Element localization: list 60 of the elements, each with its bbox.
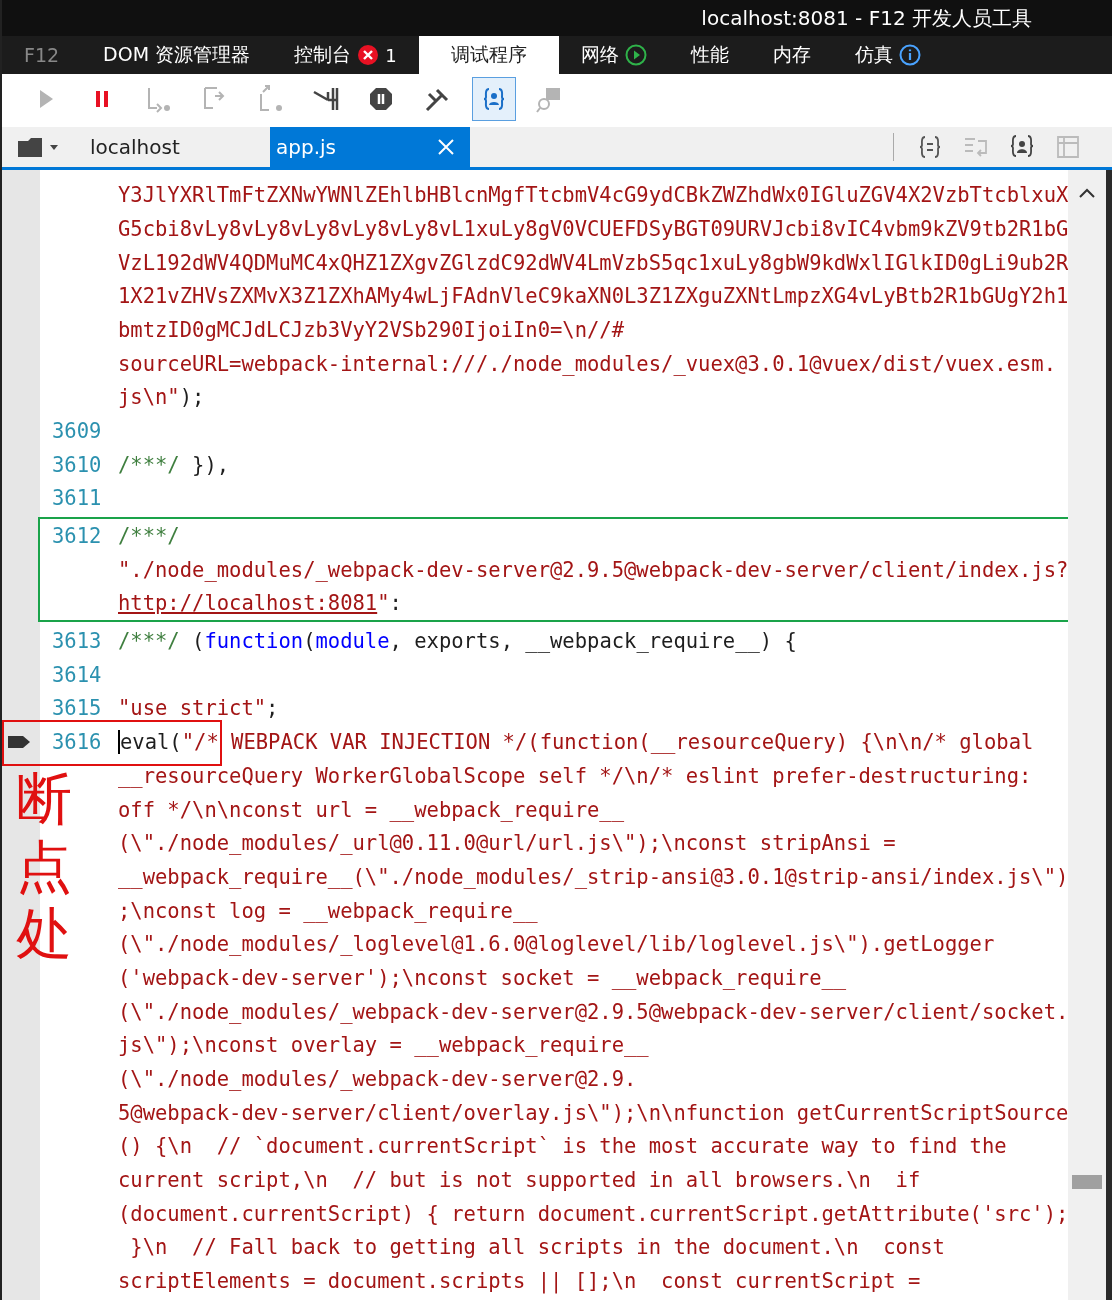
code-line: __resourceQuery WorkerGlobalScope self */\n/* eslint prefer-destructuring:	[118, 763, 1032, 788]
code-line: (\"./node_modules/_loglevel@1.6.0@loglevel/lib/loglevel.js\").getLogger	[118, 932, 995, 957]
code-line: (\"./node_modules/_url@0.11.0@url/url.js\");\nconst stripAnsi =	[118, 831, 896, 856]
line-number: 3614	[52, 662, 102, 687]
tool-tab[interactable]: 仿真	[832, 36, 943, 75]
code-line: ;\nconst log = __webpack_require__	[118, 898, 538, 923]
info-icon	[898, 44, 921, 67]
code-line: __webpack_require__(\"./node_modules/_strip-ansi@3.0.1@strip-ansi/index.js\")	[118, 864, 1069, 889]
code-line: /***/	[118, 524, 180, 549]
tool-tab[interactable]: 调试程序	[418, 36, 559, 75]
code-line: (document.currentScript) { return document.currentScript.getAttribute('src');	[118, 1201, 1069, 1226]
line-number: 3615	[52, 696, 102, 721]
code-line: G5cbi8vLy8vLy8vLy8vLy8vLy8vL1xuLy8gV0VCUEFDSyBGT09URVJcbi8vIC4vbm9kZV9tb2R1bG	[118, 216, 1069, 241]
folder-icon	[16, 135, 60, 160]
scroll-thumb[interactable]	[1072, 1175, 1102, 1190]
code-line: current script,\n // but is not supported in all browsers.\n if	[118, 1168, 921, 1193]
breakpoint-arrow-icon[interactable]	[6, 734, 32, 751]
tool-tab[interactable]: F12	[2, 36, 82, 75]
tool-tab[interactable]: DOM 资源管理器	[81, 36, 273, 75]
pretty-print-button[interactable]	[472, 76, 516, 121]
code-line: () {\n // `document.currentScript` is the most accurate way to find the	[118, 1134, 1007, 1159]
line-number: 3611	[52, 486, 102, 511]
file-tab[interactable]: app.js	[270, 127, 470, 168]
line-number: 3613	[52, 629, 102, 654]
line-number: 3612	[52, 524, 102, 549]
tool-tab[interactable]: 控制台 1	[272, 36, 419, 75]
code-line: http://localhost:8081":	[118, 591, 402, 616]
code-line: js\");\nconst overlay = __webpack_require__	[118, 1033, 649, 1058]
code-line: }\n // Fall back to getting all scripts in the document.\n const	[129, 1235, 945, 1260]
tool-tab[interactable]: 性能	[668, 36, 751, 75]
code-line: "use strict";	[118, 696, 279, 721]
scrollbar[interactable]	[1068, 170, 1112, 1300]
code-line: off */\n\nconst url = __webpack_require__	[118, 797, 625, 822]
line-number: 3616	[52, 730, 102, 755]
code-line: (\"./node_modules/_webpack-dev-server@2.9.5@webpack-dev-server/client/socket.	[118, 999, 1069, 1024]
code-line: ('webpack-dev-server');\nconst socket = __webpack_require__	[118, 965, 847, 990]
code-line: VzL192dWV4QDMuMC4xQHZ1ZXgvZGlzdC92dWV4LmVzbS5qc1xuLy8gbW9kdWxlIGlkID0gLi9ub2R	[118, 250, 1069, 275]
code-line: js\n");	[118, 385, 205, 410]
code-line: /***/ }),	[118, 452, 230, 477]
annotation-label: 断点处	[16, 765, 72, 967]
code-line: 5@webpack-dev-server/client/overlay.js\");\n\nfunction getCurrentScriptSource	[118, 1100, 1069, 1125]
code-line: eval("/* WEBPACK VAR INJECTION */(function(__resourceQuery) {\n\n/* global	[118, 730, 1034, 755]
code-line: /***/ (function(module, exports, __webpack_require__) {	[118, 629, 797, 654]
code-line: "./node_modules/_webpack-dev-server@2.9.5@webpack-dev-server/client/index.js?	[118, 557, 1069, 582]
window-title: localhost:8081 - F12 开发人员工具	[701, 4, 1032, 32]
line-number: 3609	[52, 418, 102, 443]
code-line: scriptElements = document.scripts || [];\n const currentScript =	[118, 1269, 921, 1294]
play-circle-icon	[624, 44, 647, 67]
error-count: 1	[385, 44, 397, 66]
code-line: bmtzID0gMCJdLCJzb3VyY2VSb290IjoiIn0=\n//#	[118, 317, 625, 342]
code-line: Y3JlYXRlTmFtZXNwYWNlZEhlbHBlcnMgfTtcbmV4cG9ydCBkZWZhdWx0IGluZGV4X2VzbTtcblxuX	[118, 183, 1069, 208]
tool-tab[interactable]: 网络	[558, 36, 669, 75]
line-number: 3610	[52, 452, 102, 477]
code-line: 1X21vZHVsZXMvX3Z1ZXhAMy4wLjFAdnVleC9kaXN0L3Z1ZXguZXNtLmpzXG4vLyBtb2R1bGUgY2h1	[118, 284, 1069, 309]
error-icon	[357, 44, 380, 67]
tool-tab[interactable]: 内存	[750, 36, 833, 75]
code-line: sourceURL=webpack-internal:///./node_modules/_vuex@3.0.1@vuex/dist/vuex.esm.	[118, 351, 1056, 376]
file-tab[interactable]: localhost	[70, 127, 270, 168]
code-line: (\"./node_modules/_webpack-dev-server@2.9.	[118, 1067, 637, 1092]
code-link[interactable]: http://localhost:8081	[118, 591, 378, 616]
